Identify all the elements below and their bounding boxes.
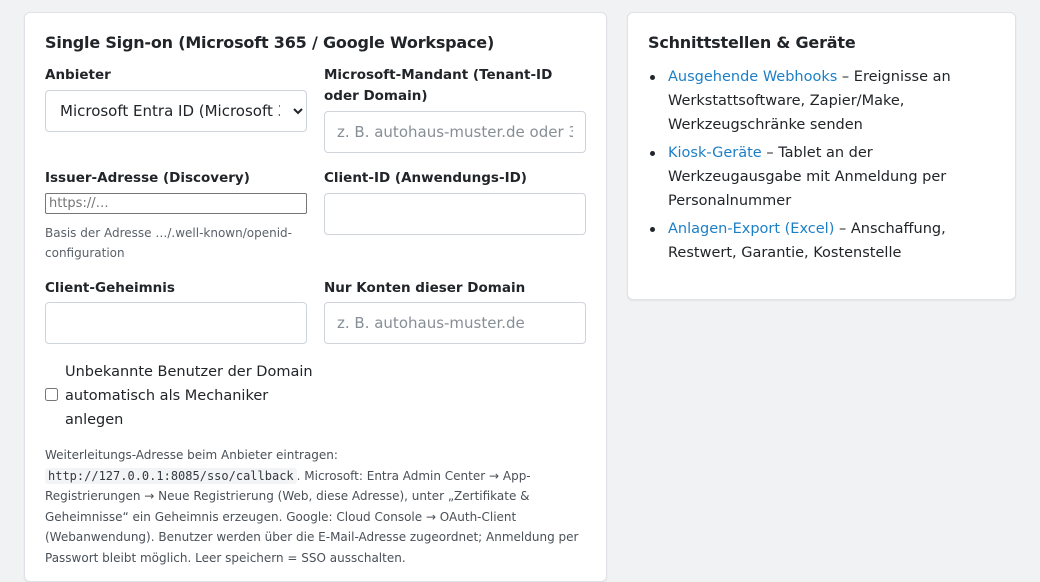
sso-info-text: Weiterleitungs-Adresse beim Anbieter ein… [45,445,585,568]
integrations-list: Ausgehende Webhooks – Ereignisse an Werk… [648,65,988,269]
issuer-input[interactable] [45,193,307,214]
tenant-label: Microsoft-Mandant (Tenant-ID oder Domain… [324,67,553,104]
webhooks-link[interactable]: Ausgehende Webhooks [668,69,837,85]
client-secret-input[interactable] [45,302,307,344]
sso-card-title: Single Sign-on (Microsoft 365 / Google W… [45,33,495,52]
client-id-input[interactable] [324,193,586,235]
provider-select[interactable]: Microsoft Entra ID (Microsoft 365) [45,90,307,132]
integrations-title: Schnittstellen & Geräte [648,33,856,52]
tenant-input[interactable] [324,111,586,153]
domain-input[interactable] [324,302,586,344]
auto-create-checkbox[interactable] [45,388,58,401]
kiosk-link[interactable]: Kiosk-Geräte [668,145,762,161]
callback-url: http://127.0.0.1:8085/sso/callback [45,467,297,484]
client-id-label: Client-ID (Anwendungs-ID) [324,170,527,186]
sso-settings-card: Single Sign-on (Microsoft 365 / Google W… [24,12,607,582]
asset-export-link[interactable]: Anlagen-Export (Excel) [668,221,834,237]
list-item: Kiosk-Geräte – Tablet an der Werkzeugaus… [648,141,988,213]
list-item: Anlagen-Export (Excel) – Anschaffung, Re… [648,217,988,265]
provider-label: Anbieter [45,67,111,83]
issuer-hint: Basis der Adresse …/.well-known/openid-c… [45,226,292,260]
auto-create-label[interactable]: Unbekannte Benutzer der Domain automatis… [65,360,315,432]
domain-label: Nur Konten dieser Domain [324,280,526,296]
info-prefix: Weiterleitungs-Adresse beim Anbieter ein… [45,448,338,462]
integrations-card: Schnittstellen & Geräte Ausgehende Webho… [627,12,1016,300]
auto-create-row[interactable]: Unbekannte Benutzer der Domain automatis… [45,360,325,436]
issuer-label: Issuer-Adresse (Discovery) [45,170,250,186]
list-item: Ausgehende Webhooks – Ereignisse an Werk… [648,65,988,137]
secret-label: Client-Geheimnis [45,280,175,296]
